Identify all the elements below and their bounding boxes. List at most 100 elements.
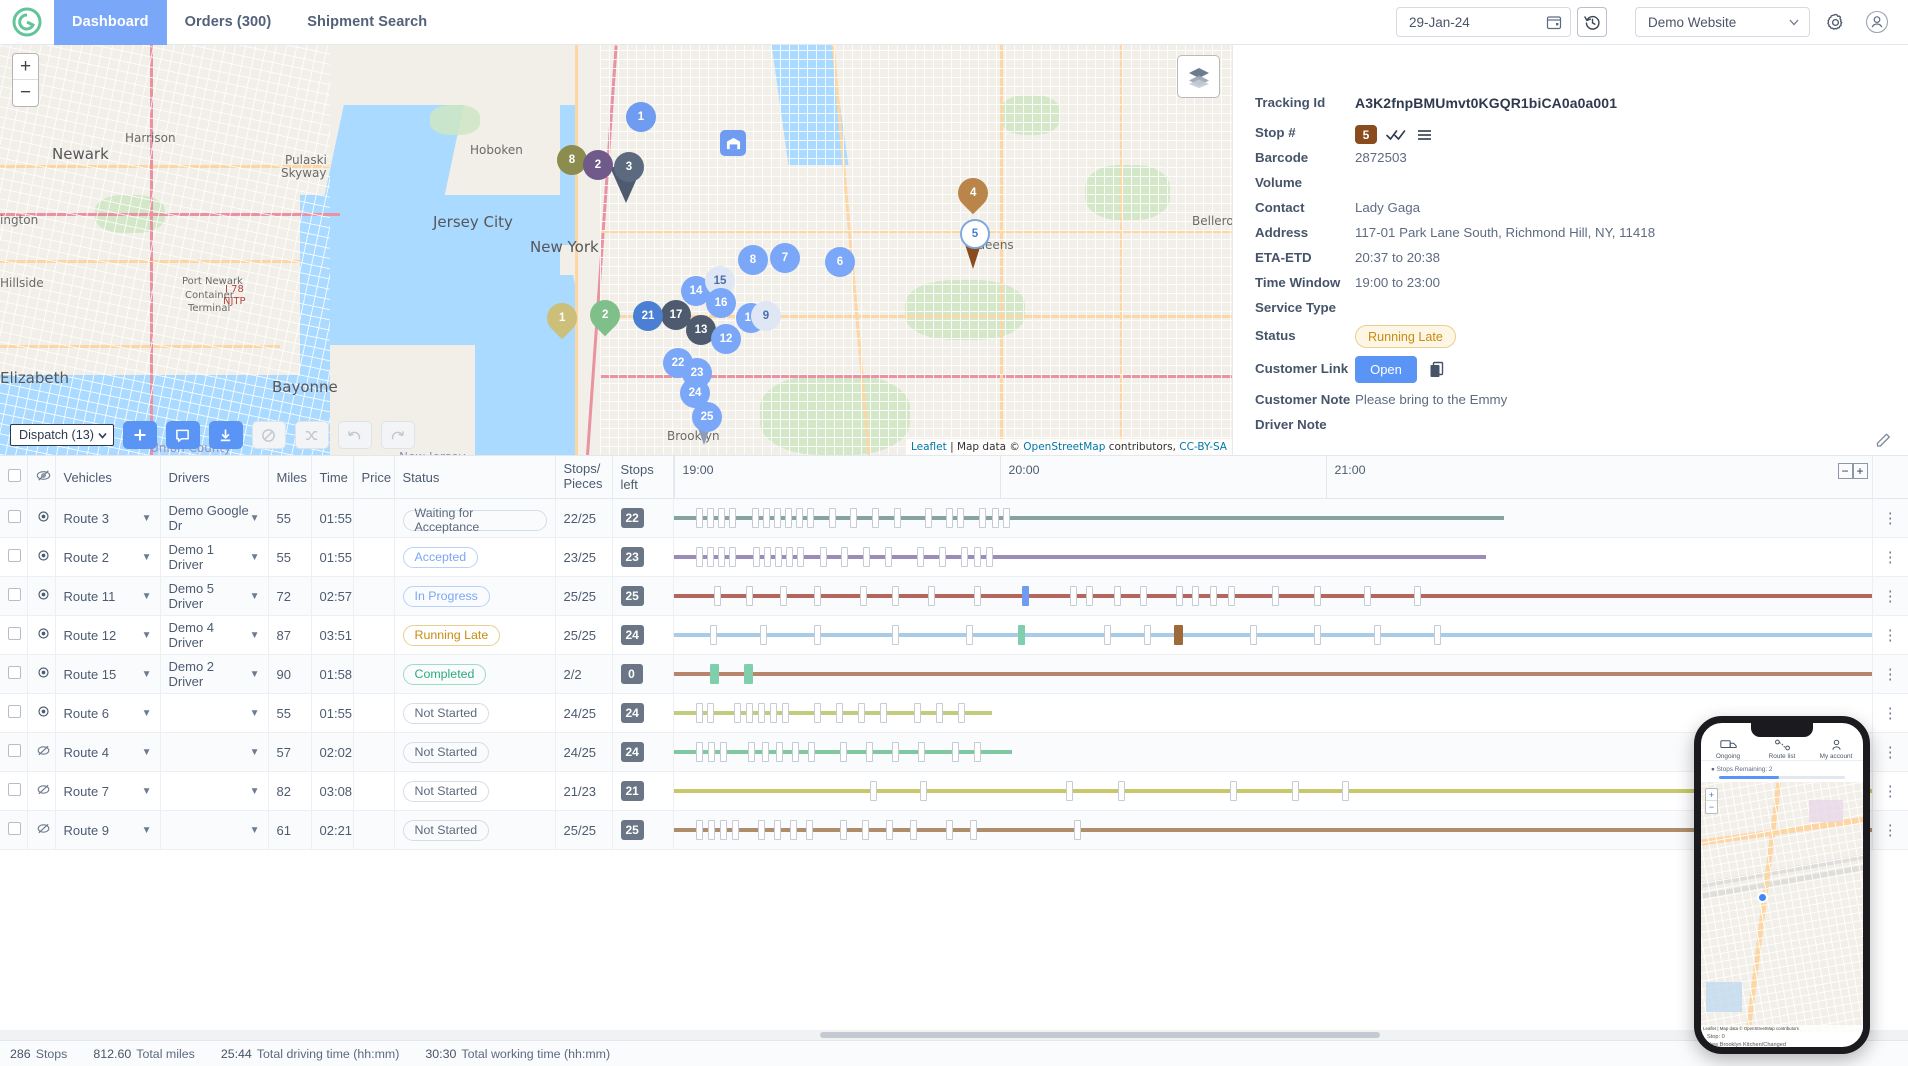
table-row[interactable]: Route 7▼ ▼ 82 03:08 Not Started 21/23 21… (0, 772, 1908, 811)
status-header[interactable]: Status (394, 456, 555, 499)
map-pin[interactable]: 9 (751, 301, 781, 331)
comment-button[interactable] (166, 421, 200, 449)
double-check-icon[interactable] (1386, 128, 1408, 142)
price-header[interactable]: Price (353, 456, 394, 499)
vehicle-cell[interactable]: Route 12▼ (55, 616, 160, 655)
row-checkbox[interactable] (8, 627, 21, 640)
map-pin[interactable]: 12 (711, 324, 741, 354)
kebab-menu-icon[interactable]: ⋮ (1881, 628, 1901, 643)
leaflet-link[interactable]: Leaflet (911, 441, 947, 453)
kebab-menu-icon[interactable]: ⋮ (1881, 511, 1901, 526)
stops-pieces-header[interactable]: Stops/ Pieces (555, 456, 612, 499)
site-selector[interactable]: Demo Website (1635, 7, 1810, 37)
row-select-cell[interactable] (0, 538, 27, 577)
table-row[interactable]: Route 9▼ ▼ 61 02:21 Not Started 25/25 25… (0, 811, 1908, 850)
vehicle-cell[interactable]: Route 4▼ (55, 733, 160, 772)
timeline-cell[interactable] (673, 772, 1872, 811)
vehicle-cell[interactable]: Route 3▼ (55, 499, 160, 538)
timeline-cell[interactable] (673, 577, 1872, 616)
row-select-cell[interactable] (0, 772, 27, 811)
timeline-cell[interactable] (673, 694, 1872, 733)
nav-item-shipment-search[interactable]: Shipment Search (289, 0, 445, 45)
map-pin[interactable]: 21 (633, 301, 663, 331)
driver-cell[interactable]: Demo 4 Driver▼ (160, 616, 268, 655)
row-select-cell[interactable] (0, 733, 27, 772)
map-pin[interactable]: 25 (692, 402, 722, 432)
phone-map[interactable]: + − Leaflet | Map data © OpenStreetMap c… (1701, 782, 1863, 1032)
kebab-menu-icon[interactable]: ⋮ (1881, 589, 1901, 604)
map-pin[interactable]: 8 (557, 145, 587, 175)
driver-cell[interactable]: Demo 1 Driver▼ (160, 538, 268, 577)
map-pin[interactable]: 7 (770, 243, 800, 273)
redo-button[interactable] (381, 421, 415, 449)
timeline-cell[interactable] (673, 538, 1872, 577)
timeline-zoom-out-button[interactable]: − (1838, 463, 1853, 479)
kebab-menu-icon[interactable]: ⋮ (1881, 823, 1901, 838)
row-menu-cell[interactable]: ⋮ (1872, 577, 1908, 616)
row-checkbox[interactable] (8, 549, 21, 562)
date-picker[interactable]: 29-Jan-24 (1396, 7, 1571, 37)
map-zoom-out-button[interactable]: − (13, 80, 38, 106)
vehicle-cell[interactable]: Route 7▼ (55, 772, 160, 811)
app-logo[interactable] (0, 7, 54, 37)
timeline-cell[interactable] (673, 499, 1872, 538)
timeline-cell[interactable] (673, 616, 1872, 655)
timeline-cell[interactable] (673, 811, 1872, 850)
driver-cell[interactable]: ▼ (160, 733, 268, 772)
phone-tab-ongoing[interactable]: Ongoing (1701, 739, 1755, 760)
row-visibility-cell[interactable] (27, 694, 55, 733)
nav-item-dashboard[interactable]: Dashboard (54, 0, 167, 45)
undo-button[interactable] (338, 421, 372, 449)
map-pin[interactable]: 5 (960, 219, 990, 249)
timeline-cell[interactable] (673, 655, 1872, 694)
drivers-header[interactable]: Drivers (160, 456, 268, 499)
row-checkbox[interactable] (8, 822, 21, 835)
row-menu-cell[interactable]: ⋮ (1872, 616, 1908, 655)
table-row[interactable]: Route 15▼ Demo 2 Driver▼ 90 01:58 Comple… (0, 655, 1908, 694)
select-all-header[interactable] (0, 456, 27, 499)
phone-zoom-out-button[interactable]: − (1706, 801, 1717, 813)
row-visibility-cell[interactable] (27, 772, 55, 811)
vehicle-cell[interactable]: Route 15▼ (55, 655, 160, 694)
row-checkbox[interactable] (8, 510, 21, 523)
vehicle-cell[interactable]: Route 2▼ (55, 538, 160, 577)
table-row[interactable]: Route 6▼ ▼ 55 01:55 Not Started 24/25 24… (0, 694, 1908, 733)
driver-cell[interactable]: Demo 2 Driver▼ (160, 655, 268, 694)
map-pin[interactable]: 8 (738, 245, 768, 275)
row-checkbox[interactable] (8, 588, 21, 601)
row-select-cell[interactable] (0, 577, 27, 616)
account-button[interactable] (1860, 5, 1894, 39)
row-menu-cell[interactable]: ⋮ (1872, 499, 1908, 538)
row-menu-cell[interactable]: ⋮ (1872, 772, 1908, 811)
map-pin[interactable]: 1 (626, 102, 656, 132)
map-pin[interactable]: 16 (706, 288, 736, 318)
row-visibility-cell[interactable] (27, 577, 55, 616)
row-visibility-cell[interactable] (27, 811, 55, 850)
row-select-cell[interactable] (0, 811, 27, 850)
row-select-cell[interactable] (0, 499, 27, 538)
miles-header[interactable]: Miles (268, 456, 311, 499)
driver-cell[interactable]: ▼ (160, 811, 268, 850)
vehicle-cell[interactable]: Route 6▼ (55, 694, 160, 733)
download-button[interactable] (209, 421, 243, 449)
driver-cell[interactable]: ▼ (160, 772, 268, 811)
row-select-cell[interactable] (0, 694, 27, 733)
open-customer-link-button[interactable]: Open (1355, 356, 1417, 383)
driver-cell[interactable]: Demo Google Dr▼ (160, 499, 268, 538)
kebab-menu-icon[interactable]: ⋮ (1881, 706, 1901, 721)
row-menu-cell[interactable]: ⋮ (1872, 655, 1908, 694)
phone-tab-route-list[interactable]: Route list (1755, 739, 1809, 760)
row-menu-cell[interactable]: ⋮ (1872, 694, 1908, 733)
scrollbar-thumb[interactable] (820, 1032, 1380, 1038)
row-menu-cell[interactable]: ⋮ (1872, 538, 1908, 577)
phone-zoom-in-button[interactable]: + (1706, 789, 1717, 801)
nav-item-orders[interactable]: Orders (300) (167, 0, 290, 45)
map-pin[interactable]: 6 (825, 247, 855, 277)
history-button[interactable] (1577, 7, 1607, 37)
row-checkbox[interactable] (8, 783, 21, 796)
row-select-cell[interactable] (0, 616, 27, 655)
row-checkbox[interactable] (8, 705, 21, 718)
kebab-menu-icon[interactable]: ⋮ (1881, 745, 1901, 760)
map-zoom-in-button[interactable]: + (13, 54, 38, 80)
table-row[interactable]: Route 12▼ Demo 4 Driver▼ 87 03:51 Runnin… (0, 616, 1908, 655)
